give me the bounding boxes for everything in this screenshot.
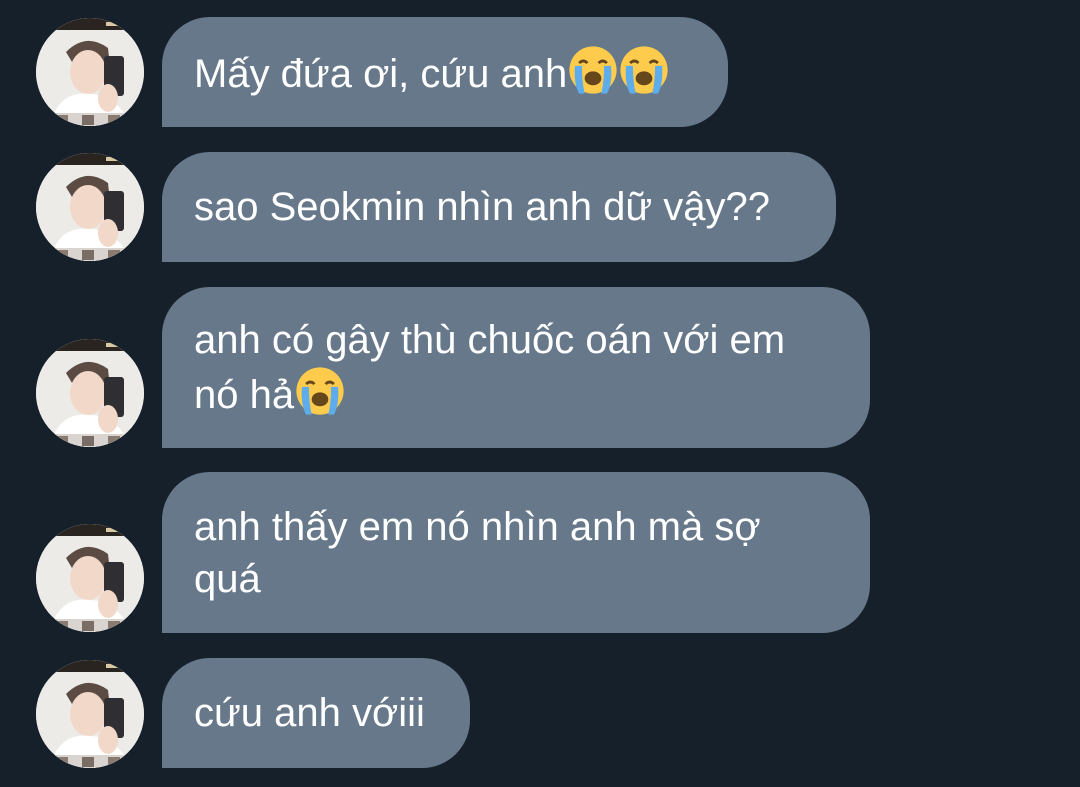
avatar-photo-icon [36,153,144,261]
avatar-photo-icon [36,18,144,126]
sender-avatar[interactable] [36,18,144,126]
message-bubble[interactable]: anh thấy em nó nhìn anh mà sợ quá [162,472,870,633]
sender-avatar[interactable] [36,660,144,768]
avatar-photo-icon [36,524,144,632]
message-text: Mấy đứa ơi, cứu anh [194,45,669,100]
sender-avatar[interactable] [36,524,144,632]
message-text: cứu anh vớiii [194,691,425,735]
loudly-crying-face-icon [569,45,617,94]
message-bubble[interactable]: Mấy đứa ơi, cứu anh [162,17,728,127]
message-text: anh thấy em nó nhìn anh mà sợ quá [194,504,761,601]
message-bubble[interactable]: anh có gây thù chuốc oán với em nó hả [162,287,870,448]
message-bubble[interactable]: cứu anh vớiii [162,658,470,768]
avatar-photo-icon [36,339,144,447]
avatar-photo-icon [36,660,144,768]
sender-avatar[interactable] [36,153,144,261]
loudly-crying-face-icon [620,45,668,94]
chat-thread: Mấy đứa ơi, cứu anh sao Seokmin nhìn anh… [0,0,1080,787]
message-text: sao Seokmin nhìn anh dữ vậy?? [194,185,771,229]
loudly-crying-face-icon [296,367,344,415]
message-text: anh có gây thù chuốc oán với em nó hả [194,318,786,417]
message-bubble[interactable]: sao Seokmin nhìn anh dữ vậy?? [162,152,836,262]
sender-avatar[interactable] [36,339,144,447]
